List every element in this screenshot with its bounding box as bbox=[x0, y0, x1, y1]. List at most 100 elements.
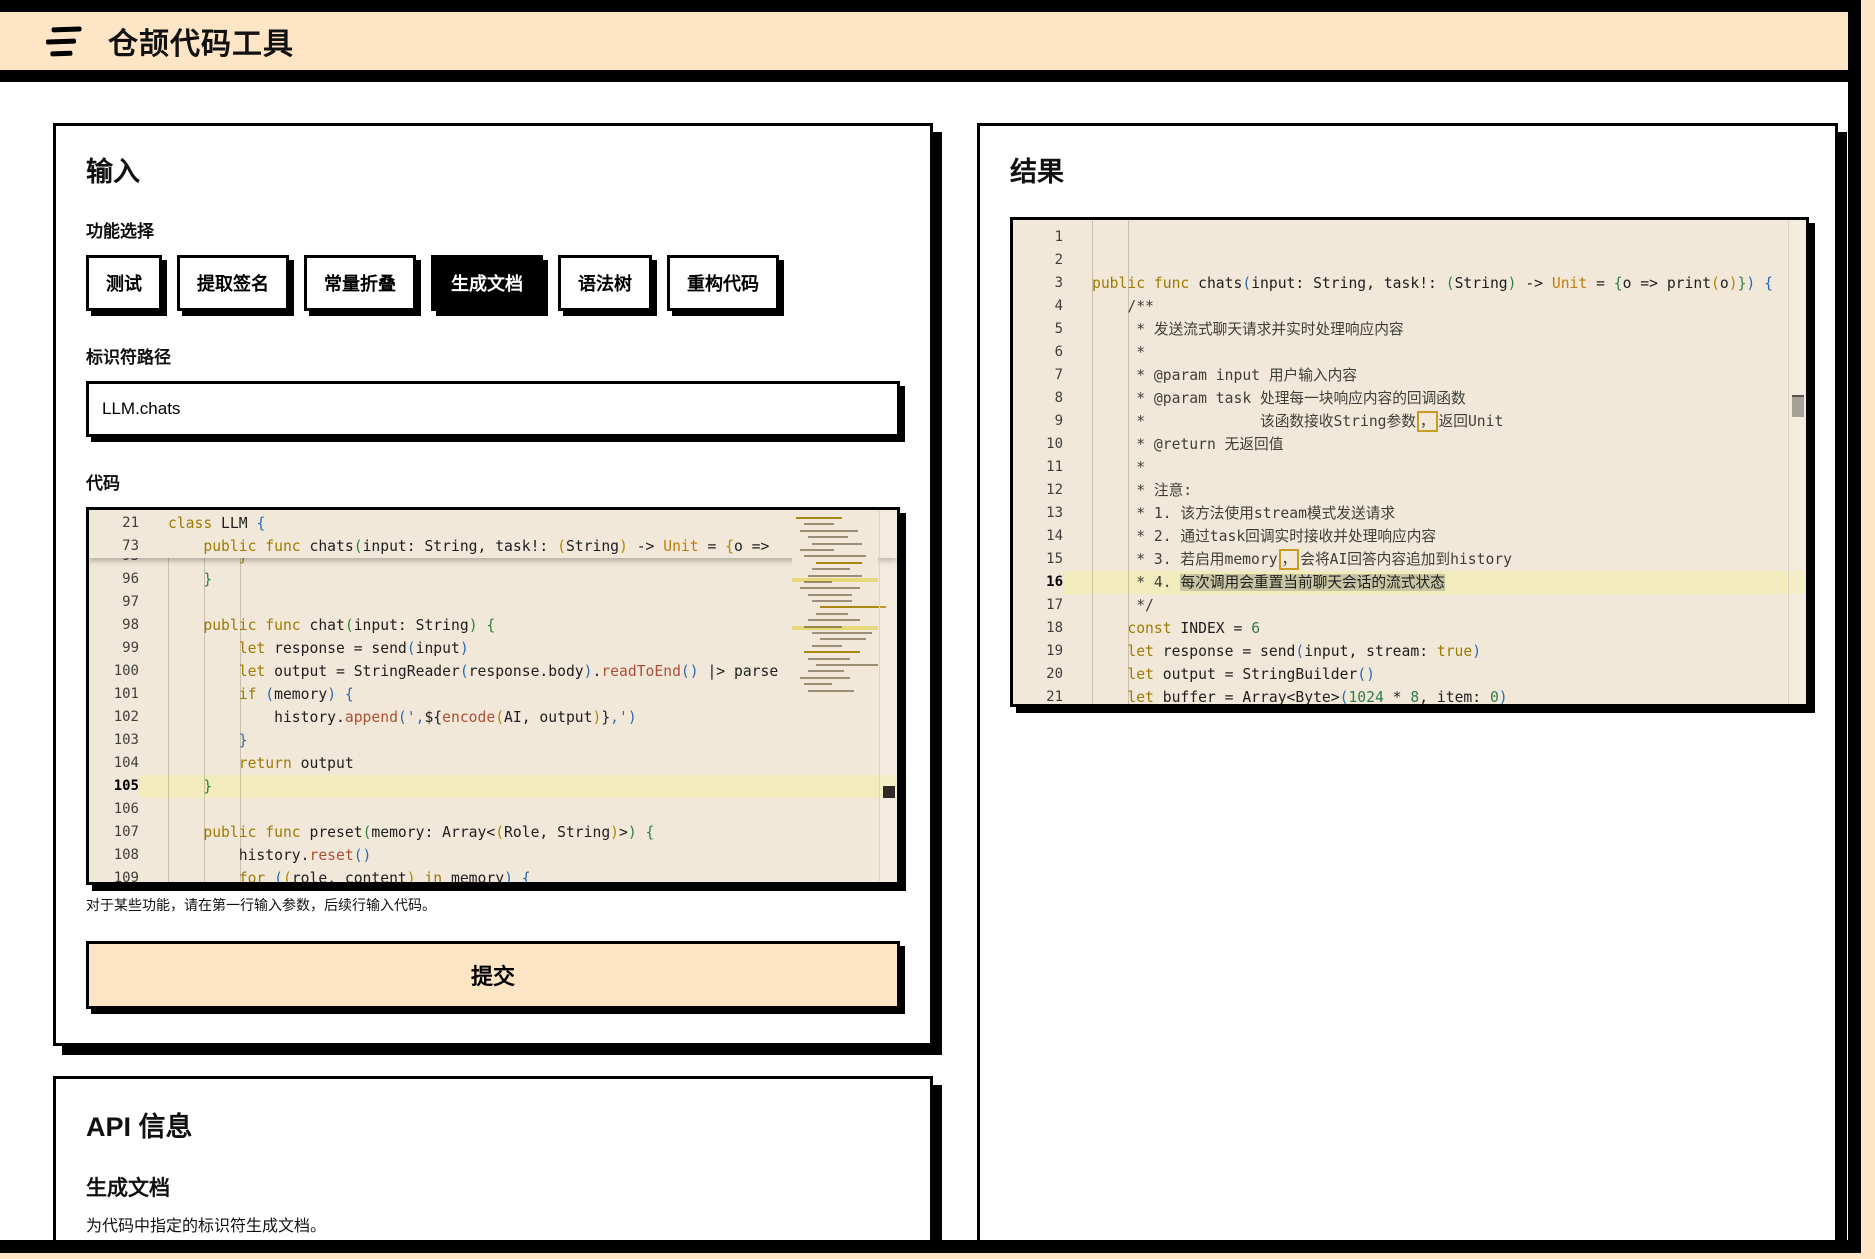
code-line: 108 history.reset() bbox=[89, 844, 897, 867]
code-line: 14 * 2. 通过task回调实时接收并处理响应内容 bbox=[1013, 525, 1806, 548]
code-line: 10 * @return 无返回值 bbox=[1013, 433, 1806, 456]
editor-scrollbar[interactable] bbox=[879, 510, 897, 882]
code-line: 6 * bbox=[1013, 341, 1806, 364]
code-line: 105 } bbox=[89, 775, 897, 798]
feature-button[interactable]: 常量折叠 bbox=[304, 255, 416, 311]
code-line: 9 * 该函数接收String参数，返回Unit bbox=[1013, 410, 1806, 433]
right-column: 结果 123public func chats(input: String, t… bbox=[977, 123, 1838, 1253]
line-number: 95 bbox=[89, 558, 139, 568]
line-number: 101 bbox=[89, 683, 139, 706]
sticky-scroll-lines: 21class LLM {73 public func chats(input:… bbox=[89, 510, 897, 558]
line-number: 103 bbox=[89, 729, 139, 752]
line-number: 6 bbox=[1013, 341, 1063, 364]
line-number: 96 bbox=[89, 568, 139, 591]
input-panel-title: 输入 bbox=[86, 150, 900, 189]
line-number: 16 bbox=[1013, 571, 1063, 594]
feature-button[interactable]: 生成文档 bbox=[431, 255, 543, 311]
code-line: 107 public func preset(memory: Array<(Ro… bbox=[89, 821, 897, 844]
line-number: 12 bbox=[1013, 479, 1063, 502]
minimap[interactable] bbox=[792, 514, 878, 702]
code-line: 4 /** bbox=[1013, 295, 1806, 318]
code-editor[interactable]: 21class LLM {73 public func chats(input:… bbox=[86, 507, 900, 885]
identifier-input[interactable] bbox=[86, 381, 900, 437]
line-number: 21 bbox=[89, 512, 139, 535]
line-number: 104 bbox=[89, 752, 139, 775]
app-title: 仓颉代码工具 bbox=[108, 19, 294, 63]
code-line: 7 * @param input 用户输入内容 bbox=[1013, 364, 1806, 387]
line-number: 98 bbox=[89, 614, 139, 637]
scrollbar-thumb[interactable] bbox=[883, 786, 895, 798]
code-line: 17 */ bbox=[1013, 594, 1806, 617]
code-line: 20 let output = StringBuilder() bbox=[1013, 663, 1806, 686]
feature-button[interactable]: 语法树 bbox=[558, 255, 652, 311]
line-number: 17 bbox=[1013, 594, 1063, 617]
line-number: 8 bbox=[1013, 387, 1063, 410]
line-number: 14 bbox=[1013, 525, 1063, 548]
code-line: 19 let response = send(input, stream: tr… bbox=[1013, 640, 1806, 663]
result-panel: 结果 123public func chats(input: String, t… bbox=[977, 123, 1838, 1253]
code-line: 104 return output bbox=[89, 752, 897, 775]
code-line: 100 let output = StringReader(response.b… bbox=[89, 660, 897, 683]
code-line: 98 public func chat(input: String) { bbox=[89, 614, 897, 637]
line-number: 21 bbox=[1013, 686, 1063, 707]
line-number: 18 bbox=[1013, 617, 1063, 640]
code-label: 代码 bbox=[86, 469, 900, 494]
feature-select-label: 功能选择 bbox=[86, 217, 900, 242]
line-number: 102 bbox=[89, 706, 139, 729]
api-panel-title: API 信息 bbox=[86, 1105, 900, 1144]
code-line: 13 * 1. 该方法使用stream模式发送请求 bbox=[1013, 502, 1806, 525]
scrollbar-thumb[interactable] bbox=[1792, 395, 1804, 417]
code-line: 15 * 3. 若启用memory，会将AI回答内容追加到history bbox=[1013, 548, 1806, 571]
line-number: 106 bbox=[89, 798, 139, 821]
line-number: 13 bbox=[1013, 502, 1063, 525]
code-line: 5 * 发送流式聊天请求并实时处理响应内容 bbox=[1013, 318, 1806, 341]
feature-button[interactable]: 测试 bbox=[86, 255, 162, 311]
line-number: 1 bbox=[1013, 226, 1063, 249]
feature-button[interactable]: 提取签名 bbox=[177, 255, 289, 311]
api-feature-title: 生成文档 bbox=[86, 1172, 900, 1202]
input-panel: 输入 功能选择 测试提取签名常量折叠生成文档语法树重构代码 标识符路径 代码 2… bbox=[53, 123, 933, 1046]
code-line: 109 for ((role, content) in memory) { bbox=[89, 867, 897, 885]
app-window: 仓颉代码工具 输入 功能选择 测试提取签名常量折叠生成文档语法树重构代码 标识符… bbox=[0, 0, 1861, 1253]
code-line: 12 * 注意: bbox=[1013, 479, 1806, 502]
code-line: 97 bbox=[89, 591, 897, 614]
line-number: 19 bbox=[1013, 640, 1063, 663]
main-content: 输入 功能选择 测试提取签名常量折叠生成文档语法树重构代码 标识符路径 代码 2… bbox=[0, 82, 1848, 1253]
line-number: 100 bbox=[89, 660, 139, 683]
identifier-path-label: 标识符路径 bbox=[86, 343, 900, 368]
code-line: 21class LLM { bbox=[89, 512, 897, 535]
line-number: 109 bbox=[89, 867, 139, 885]
line-number: 11 bbox=[1013, 456, 1063, 479]
code-line: 8 * @param task 处理每一块响应内容的回调函数 bbox=[1013, 387, 1806, 410]
line-number: 2 bbox=[1013, 249, 1063, 272]
line-number: 73 bbox=[89, 535, 139, 558]
api-description: 为代码中指定的标识符生成文档。 bbox=[86, 1212, 900, 1236]
code-line: 103 } bbox=[89, 729, 897, 752]
code-line: 21 let buffer = Array<Byte>(1024 * 8, it… bbox=[1013, 686, 1806, 707]
code-line: 16 * 4. 每次调用会重置当前聊天会话的流式状态 bbox=[1013, 571, 1806, 594]
feature-button[interactable]: 重构代码 bbox=[667, 255, 779, 311]
line-number: 5 bbox=[1013, 318, 1063, 341]
api-info-panel: API 信息 生成文档 为代码中指定的标识符生成文档。 注意事项: 第一行应为标… bbox=[53, 1076, 933, 1253]
result-scrollbar[interactable] bbox=[1788, 220, 1806, 704]
code-line: 101 if (memory) { bbox=[89, 683, 897, 706]
submit-button[interactable]: 提交 bbox=[86, 941, 900, 1009]
left-column: 输入 功能选择 测试提取签名常量折叠生成文档语法树重构代码 标识符路径 代码 2… bbox=[53, 123, 933, 1253]
menu-icon[interactable] bbox=[46, 26, 83, 56]
line-number: 108 bbox=[89, 844, 139, 867]
code-line: 106 bbox=[89, 798, 897, 821]
code-line: 2 bbox=[1013, 249, 1806, 272]
result-panel-title: 结果 bbox=[1010, 150, 1809, 189]
code-line: 1 bbox=[1013, 226, 1806, 249]
line-number: 3 bbox=[1013, 272, 1063, 295]
line-number: 97 bbox=[89, 591, 139, 614]
result-editor[interactable]: 123public func chats(input: String, task… bbox=[1010, 217, 1809, 707]
code-line: 11 * bbox=[1013, 456, 1806, 479]
code-line: 95 } bbox=[89, 558, 897, 568]
line-number: 20 bbox=[1013, 663, 1063, 686]
line-number: 4 bbox=[1013, 295, 1063, 318]
line-number: 105 bbox=[89, 775, 139, 798]
code-hint: 对于某些功能，请在第一行输入参数，后续行输入代码。 bbox=[86, 895, 900, 915]
code-line: 96 } bbox=[89, 568, 897, 591]
line-number: 107 bbox=[89, 821, 139, 844]
